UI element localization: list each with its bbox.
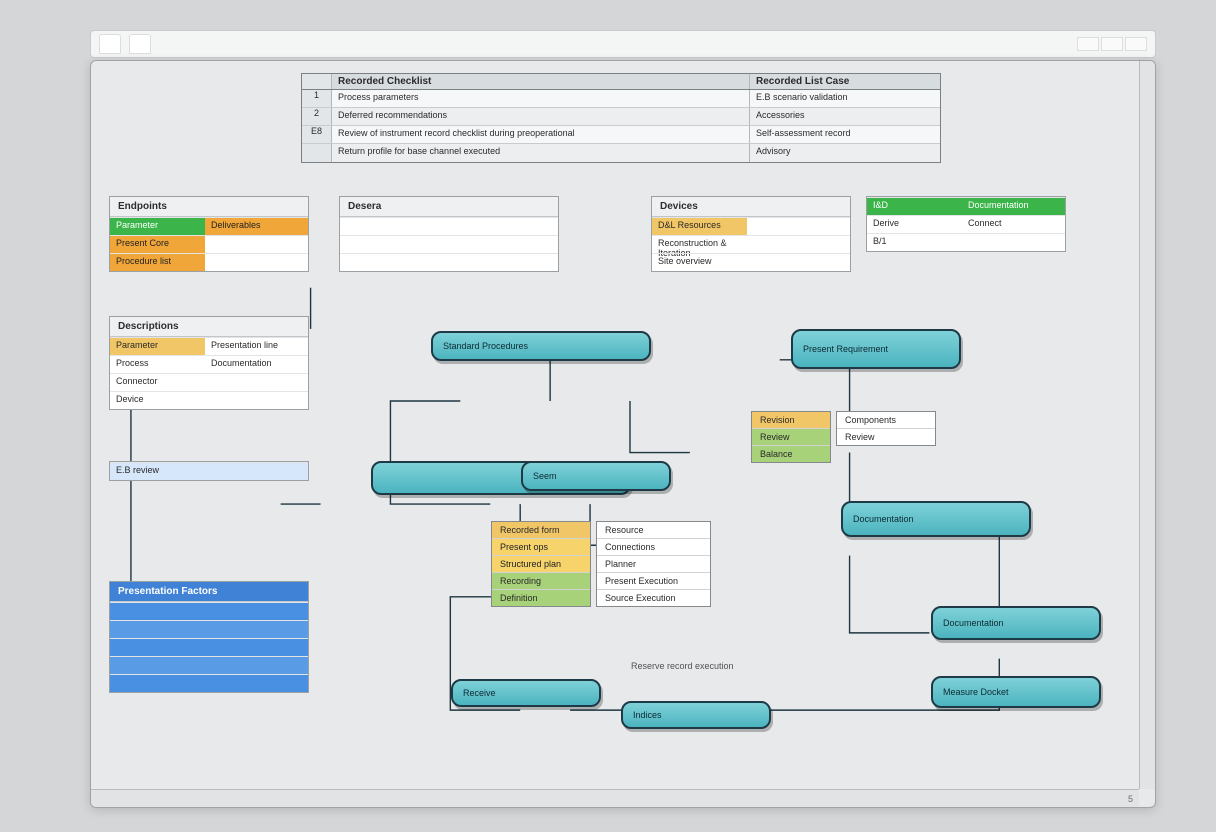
application-window: Recorded Checklist Recorded List Case 1 … — [90, 60, 1156, 808]
browser-tab[interactable] — [99, 34, 121, 54]
panel-title: Devices — [652, 197, 850, 217]
panel-endpoints[interactable]: Endpoints ParameterDeliverables Present … — [109, 196, 309, 272]
panel-presentation-factors[interactable]: Presentation Factors — [109, 581, 309, 693]
panel-devices[interactable]: Devices D&L Resources Reconstruction & I… — [651, 196, 851, 272]
summary-table: Recorded Checklist Recorded List Case 1 … — [301, 73, 941, 163]
node-standard-procedures[interactable]: Standard Procedures — [431, 331, 651, 361]
vertical-scrollbar[interactable] — [1139, 61, 1155, 789]
node-documentation-a[interactable]: Documentation — [841, 501, 1031, 537]
taglist-components[interactable]: Components Review — [836, 411, 936, 446]
panel-review[interactable]: E.B review — [109, 461, 309, 481]
browser-tab[interactable] — [129, 34, 151, 54]
taglist-right[interactable]: Resource Connections Planner Present Exe… — [596, 521, 711, 607]
summary-header-idx — [302, 74, 332, 89]
window-buttons[interactable] — [1077, 37, 1147, 51]
summary-row[interactable]: E8 Review of instrument record checklist… — [302, 126, 940, 144]
node-measure-docket[interactable]: Measure Docket — [931, 676, 1101, 708]
summary-header-name[interactable]: Recorded Checklist — [332, 74, 750, 89]
panel-title: Desera — [340, 197, 558, 217]
summary-header-status[interactable]: Recorded List Case — [750, 74, 940, 89]
diagram-canvas[interactable]: Recorded Checklist Recorded List Case 1 … — [91, 61, 1155, 807]
panel-title: Descriptions — [110, 317, 308, 337]
footer-note: Reserve record execution — [631, 661, 734, 671]
panel-title: Endpoints — [110, 197, 308, 217]
outer-statusbar — [90, 810, 1156, 826]
taglist-revision[interactable]: Revision Review Balance — [751, 411, 831, 463]
horizontal-scrollbar[interactable]: 5 — [91, 789, 1139, 807]
summary-row[interactable]: 2 Deferred recommendations Accessories — [302, 108, 940, 126]
panel-right-secondary[interactable]: I&DDocumentation DeriveConnect B/1 — [866, 196, 1066, 252]
taglist-left[interactable]: Recorded form Present ops Structured pla… — [491, 521, 591, 607]
node-receive[interactable]: Receive — [451, 679, 601, 707]
node-present-requirement[interactable]: Present Requirement — [791, 329, 961, 369]
panel-center[interactable]: Desera — [339, 196, 559, 272]
summary-row[interactable]: 1 Process parameters E.B scenario valida… — [302, 90, 940, 108]
panel-title: Presentation Factors — [110, 582, 308, 602]
zoom-indicator: 5 — [1128, 794, 1133, 804]
summary-row[interactable]: Return profile for base channel executed… — [302, 144, 940, 162]
node-documentation-b[interactable]: Documentation — [931, 606, 1101, 640]
node-indices[interactable]: Indices — [621, 701, 771, 729]
node-seem[interactable]: Seem — [521, 461, 671, 491]
browser-titlebar — [90, 30, 1156, 58]
panel-descriptions[interactable]: Descriptions ParameterPresentation line … — [109, 316, 309, 410]
